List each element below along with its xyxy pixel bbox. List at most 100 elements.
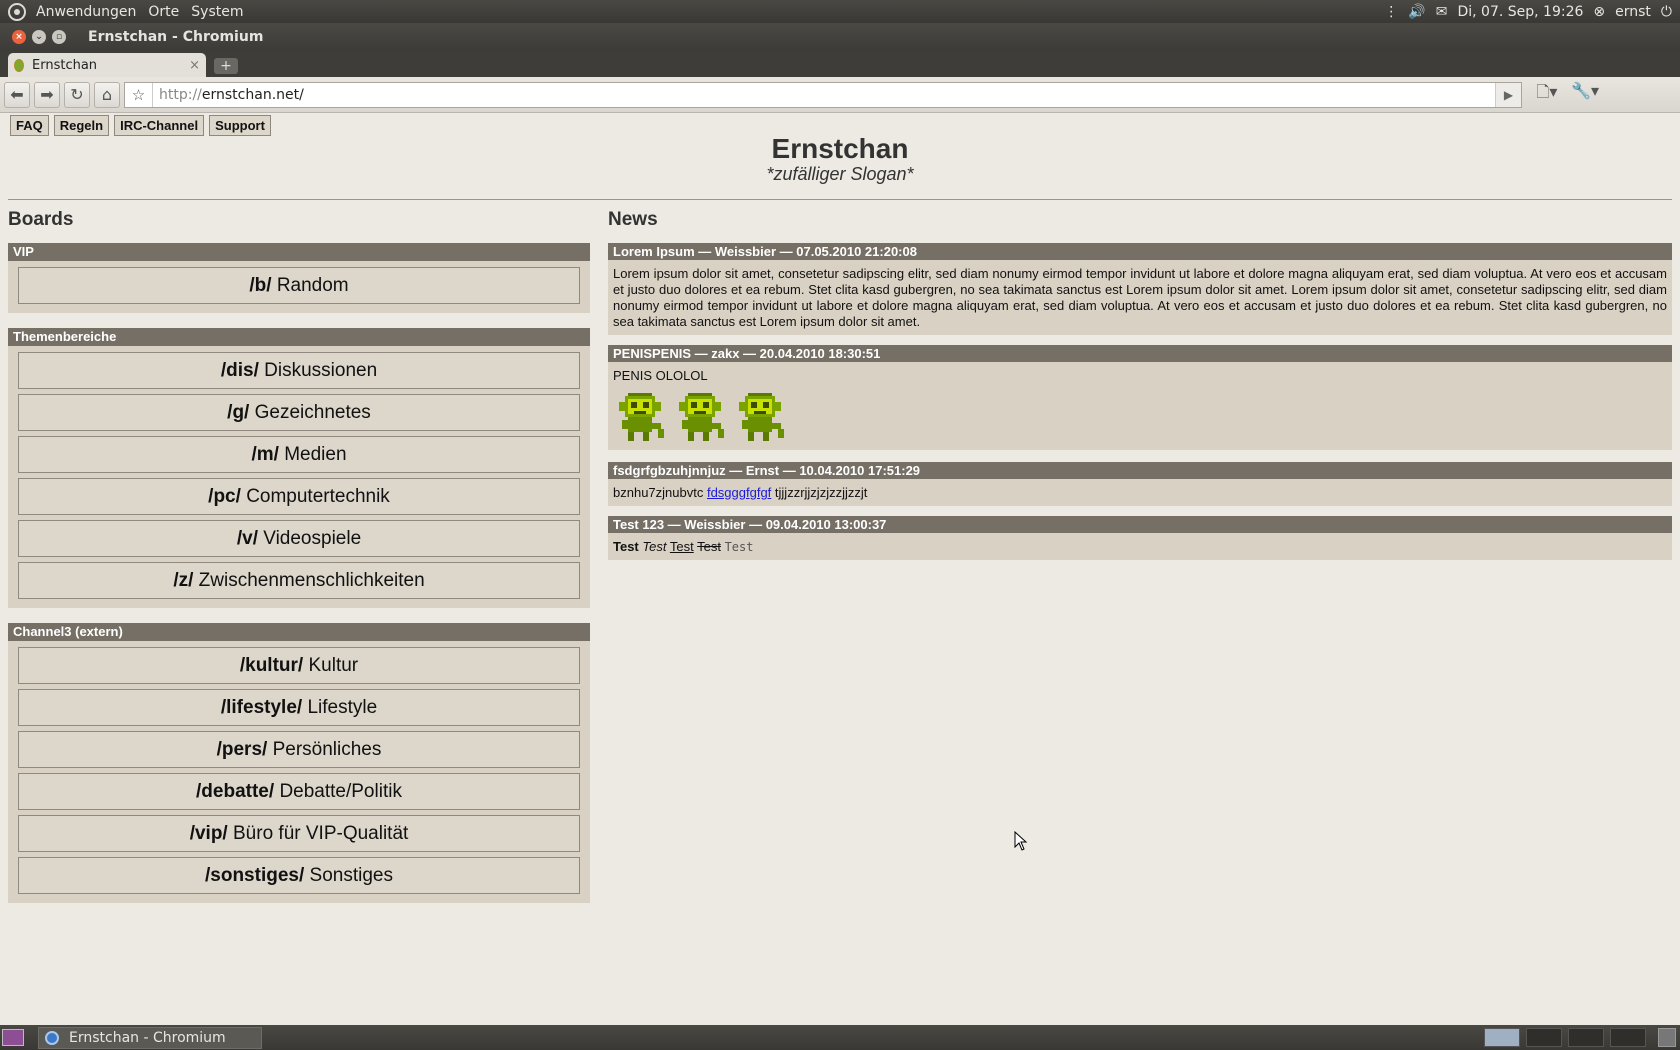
board-name: Diskussionen [264,360,378,381]
board-name: Videospiele [263,528,362,549]
group-header: VIP [8,243,590,261]
news-header: Lorem Ipsum — Weissbier — 07.05.2010 21:… [608,243,1672,260]
board-link-sonstiges[interactable]: /sonstiges/ Sonstiges [18,857,580,894]
tab-strip: Ernstchan × + [0,51,1680,77]
menu-system[interactable]: System [187,4,251,20]
board-group-channel3: Channel3 (extern) /kultur/ Kultur /lifes… [8,623,590,903]
board-code: /lifestyle/ [220,697,303,718]
news-item: Test 123 — Weissbier — 09.04.2010 13:00:… [608,516,1672,560]
board-name: Persönliches [272,739,382,760]
site-slogan: *zufälliger Slogan* [766,164,914,184]
window-close-button[interactable]: × [12,30,26,44]
page-menu-icon[interactable]: 🗋▾ [1532,81,1562,108]
board-link-b[interactable]: /b/ Random [18,267,580,304]
board-code: /z/ [173,570,194,591]
url-text[interactable]: http://ernstchan.net/ [153,87,1495,103]
format-underline: Test [669,539,694,554]
user-name[interactable]: ernst [1615,4,1651,20]
menu-applications[interactable]: Anwendungen [32,4,144,20]
trash-icon[interactable] [1658,1028,1676,1047]
window-minimize-button[interactable]: ⌄ [32,30,46,44]
board-code: /pers/ [216,739,268,760]
news-text-before: bznhu7zjnubvtc [613,485,704,500]
home-button[interactable]: ⌂ [94,81,120,108]
taskbar-item-label: Ernstchan - Chromium [69,1029,226,1046]
board-link-debatte[interactable]: /debatte/ Debatte/Politik [18,773,580,810]
monkey-smiley-icon [673,390,727,444]
power-icon[interactable]: ⏻ [1661,4,1672,20]
board-link-kultur[interactable]: /kultur/ Kultur [18,647,580,684]
wrench-menu-icon[interactable]: 🔧▾ [1570,81,1600,108]
board-name: Lifestyle [307,697,378,718]
board-code: /m/ [251,444,279,465]
news-link[interactable]: fdsgggfgfgf [707,485,771,500]
user-status-icon[interactable]: ⊗ [1593,4,1605,20]
board-code: /pc/ [208,486,241,507]
menu-places[interactable]: Orte [144,4,187,20]
volume-icon[interactable]: 🔊 [1408,4,1425,20]
board-name: Gezeichnetes [254,402,371,423]
mail-icon[interactable]: ✉ [1436,4,1448,20]
board-link-vip[interactable]: /vip/ Büro für VIP-Qualität [18,815,580,852]
board-name: Medien [284,444,347,465]
board-code: /debatte/ [196,781,275,802]
board-link-g[interactable]: /g/ Gezeichnetes [18,394,580,431]
board-code: /v/ [236,528,258,549]
address-bar[interactable]: ☆ http://ernstchan.net/ ▶ [124,81,1522,108]
board-link-z[interactable]: /z/ Zwischenmenschlichkeiten [18,562,580,599]
chromium-icon [45,1030,59,1045]
window-maximize-button[interactable]: ▫ [52,30,66,44]
board-link-v[interactable]: /v/ Videospiele [18,520,580,557]
board-link-dis[interactable]: /dis/ Diskussionen [18,352,580,389]
forward-button[interactable]: ➡ [34,81,60,108]
news-text: Lorem ipsum dolor sit amet, consetetur s… [613,266,1667,329]
board-link-lifestyle[interactable]: /lifestyle/ Lifestyle [18,689,580,726]
board-code: /dis/ [220,360,259,381]
board-name: Computertechnik [246,486,390,507]
forward-arrow-icon: ➡ [40,85,54,104]
workspace-3[interactable] [1568,1028,1604,1047]
format-italic: Test [642,539,667,554]
board-group-vip: VIP /b/ Random [8,243,590,313]
news-heading: News [608,209,658,230]
workspace-2[interactable] [1526,1028,1562,1047]
back-button[interactable]: ⬅ [4,81,30,108]
new-tab-button[interactable]: + [214,58,238,74]
board-code: /kultur/ [239,655,304,676]
show-desktop-icon[interactable] [2,1029,24,1046]
tab-close-icon[interactable]: × [189,58,200,73]
window-title: Ernstchan - Chromium [88,29,264,45]
ubuntu-logo-icon[interactable] [8,2,26,21]
board-group-themenbereiche: Themenbereiche /dis/ Diskussionen /g/ Ge… [8,328,590,608]
workspace-4[interactable] [1610,1028,1646,1047]
workspace-1[interactable] [1484,1028,1520,1047]
news-item: Lorem Ipsum — Weissbier — 07.05.2010 21:… [608,243,1672,335]
url-host: ernstchan.net/ [201,86,304,103]
board-name: Kultur [308,655,359,676]
smiley-image-row [613,390,1667,444]
page-content: FAQ Regeln IRC-Channel Support Ernstchan… [0,113,1680,1025]
board-link-pc[interactable]: /pc/ Computertechnik [18,478,580,515]
news-header: PENISPENIS — zakx — 20.04.2010 18:30:51 [608,345,1672,362]
clock[interactable]: Di, 07. Sep, 19:26 [1457,4,1583,20]
browser-tab[interactable]: Ernstchan × [8,53,206,77]
news-text: PENIS OLOLOL [613,368,708,383]
back-arrow-icon: ⬅ [10,85,24,104]
grip-icon: ⋮ [1384,3,1399,20]
reload-icon: ↻ [70,85,84,104]
format-code: Test [724,540,754,554]
reload-button[interactable]: ↻ [64,81,90,108]
format-strikethrough: Test [697,539,721,554]
monkey-smiley-icon [613,390,667,444]
board-link-pers[interactable]: /pers/ Persönliches [18,731,580,768]
board-link-m[interactable]: /m/ Medien [18,436,580,473]
group-header: Channel3 (extern) [8,623,590,641]
bookmark-star-icon[interactable]: ☆ [125,82,153,107]
news-item: fsdgrfgbzuhjnnjuz — Ernst — 10.04.2010 1… [608,462,1672,506]
browser-toolbar: ⬅ ➡ ↻ ⌂ ☆ http://ernstchan.net/ ▶ 🗋▾ 🔧▾ [0,77,1680,113]
taskbar-item[interactable]: Ernstchan - Chromium [38,1026,262,1049]
window-titlebar[interactable]: × ⌄ ▫ Ernstchan - Chromium [0,23,1680,51]
board-name: Zwischenmenschlichkeiten [198,570,425,591]
go-button[interactable]: ▶ [1495,82,1521,107]
divider [8,199,1672,200]
